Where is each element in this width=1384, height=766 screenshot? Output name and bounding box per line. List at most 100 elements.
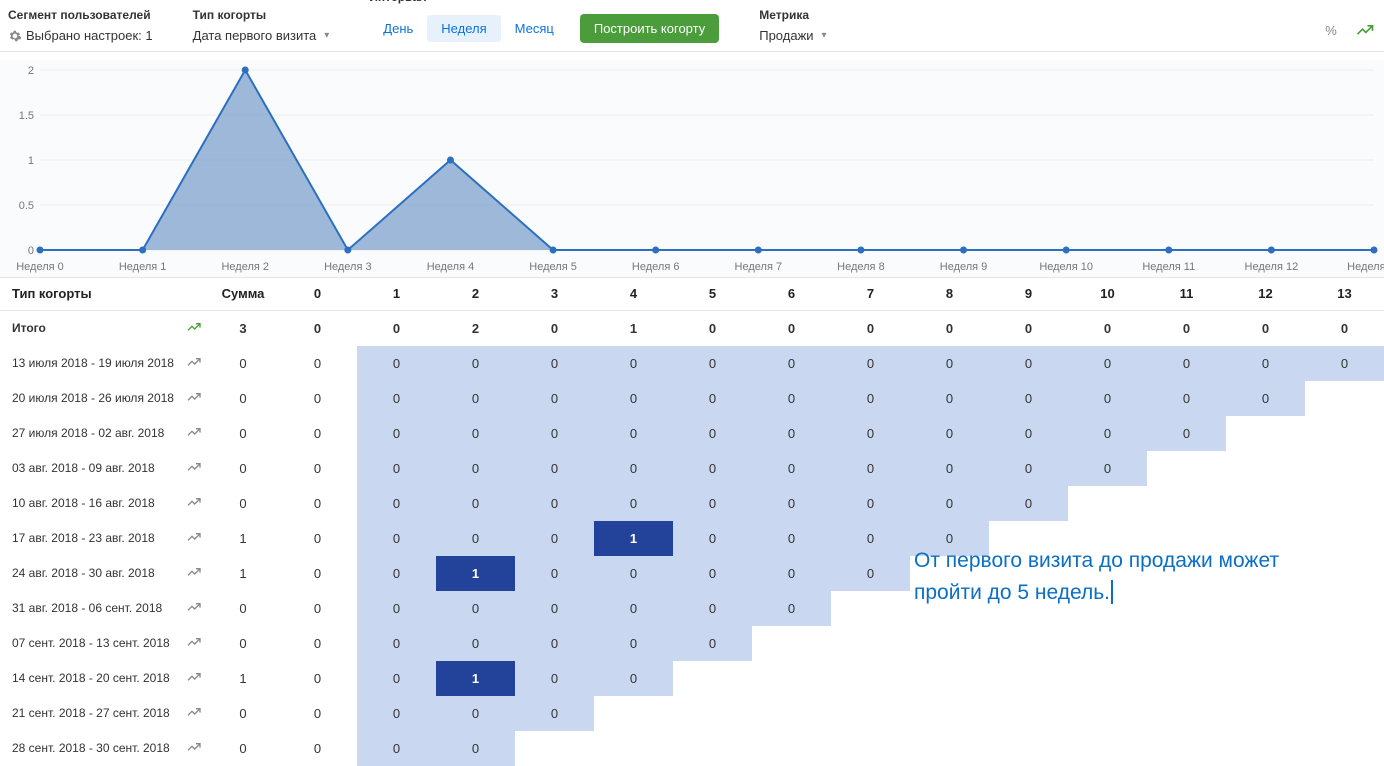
svg-text:Неделя 12: Неделя 12 xyxy=(1245,261,1299,273)
cell: 0 xyxy=(357,731,436,766)
cell: 2 xyxy=(436,310,515,346)
cell: 0 xyxy=(515,486,594,521)
cell: 0 xyxy=(357,626,436,661)
cell: 0 xyxy=(278,731,357,766)
header-row: Тип когорты Сумма 012345678910111213 xyxy=(0,278,1384,310)
cell: 0 xyxy=(436,591,515,626)
row-chart-icon[interactable] xyxy=(180,521,208,556)
row-chart-icon[interactable] xyxy=(180,416,208,451)
table-row: 14 сент. 2018 - 20 сент. 2018100100 xyxy=(0,661,1384,696)
row-chart-icon[interactable] xyxy=(180,346,208,381)
row-chart-icon[interactable] xyxy=(180,661,208,696)
cell: 0 xyxy=(594,591,673,626)
cell: 0 xyxy=(831,521,910,556)
cell: 0 xyxy=(673,451,752,486)
row-sum: 1 xyxy=(208,521,278,556)
row-label: 10 авг. 2018 - 16 авг. 2018 xyxy=(0,486,180,521)
table-row: 07 сент. 2018 - 13 сент. 20180000000 xyxy=(0,626,1384,661)
row-chart-icon[interactable] xyxy=(180,626,208,661)
interval-tab-2[interactable]: Месяц xyxy=(501,15,568,42)
row-chart-icon[interactable] xyxy=(180,381,208,416)
line-chart: 00.511.52Неделя 0Неделя 1Неделя 2Неделя … xyxy=(0,60,1384,278)
cell: 0 xyxy=(831,451,910,486)
percent-icon[interactable]: % xyxy=(1320,19,1342,41)
row-sum: 0 xyxy=(208,381,278,416)
cell: 0 xyxy=(594,556,673,591)
cell: 0 xyxy=(673,346,752,381)
cell: 0 xyxy=(831,381,910,416)
svg-text:Неделя 9: Неделя 9 xyxy=(940,261,988,273)
header-col: 4 xyxy=(594,278,673,310)
cell: 0 xyxy=(515,556,594,591)
cohort-type-value[interactable]: Дата первого визита▾ xyxy=(193,28,330,43)
svg-text:Неделя 7: Неделя 7 xyxy=(735,261,783,273)
cell: 0 xyxy=(752,451,831,486)
row-chart-icon[interactable] xyxy=(180,451,208,486)
cell: 0 xyxy=(357,346,436,381)
row-chart-icon[interactable] xyxy=(180,486,208,521)
cell: 0 xyxy=(357,451,436,486)
cell: 0 xyxy=(357,486,436,521)
row-sum: 1 xyxy=(208,556,278,591)
cell: 0 xyxy=(436,696,515,731)
cell: 0 xyxy=(278,626,357,661)
svg-text:1: 1 xyxy=(28,155,34,167)
cell: 0 xyxy=(1147,381,1226,416)
row-chart-icon[interactable] xyxy=(180,591,208,626)
header-col: 13 xyxy=(1305,278,1384,310)
interval-tab-1[interactable]: Неделя xyxy=(427,15,500,42)
segment-value[interactable]: Выбрано настроек: 1 xyxy=(8,28,153,43)
metric-control: Метрика Продажи▾ xyxy=(759,8,826,51)
cell: 0 xyxy=(673,381,752,416)
cell: 0 xyxy=(278,556,357,591)
cell: 0 xyxy=(278,381,357,416)
row-label: 14 сент. 2018 - 20 сент. 2018 xyxy=(0,661,180,696)
segment-control: Сегмент пользователей Выбрано настроек: … xyxy=(8,8,153,51)
cell: 0 xyxy=(752,346,831,381)
cell: 0 xyxy=(436,521,515,556)
cell: 0 xyxy=(910,310,989,346)
cell: 0 xyxy=(831,486,910,521)
cell: 0 xyxy=(989,486,1068,521)
cell: 0 xyxy=(594,416,673,451)
row-sum: 1 xyxy=(208,661,278,696)
cell: 0 xyxy=(831,346,910,381)
cell: 0 xyxy=(278,661,357,696)
cell: 1 xyxy=(436,556,515,591)
cell: 0 xyxy=(278,451,357,486)
table-row: 03 авг. 2018 - 09 авг. 2018000000000000 xyxy=(0,451,1384,486)
header-col: 5 xyxy=(673,278,752,310)
row-chart-icon[interactable] xyxy=(180,310,208,346)
row-chart-icon[interactable] xyxy=(180,556,208,591)
cell: 0 xyxy=(357,416,436,451)
cell: 0 xyxy=(1147,310,1226,346)
metric-value[interactable]: Продажи▾ xyxy=(759,28,826,43)
interval-tab-0[interactable]: День xyxy=(369,15,427,42)
cell: 0 xyxy=(515,346,594,381)
gear-icon xyxy=(8,29,22,43)
cell: 0 xyxy=(515,310,594,346)
right-toolbar: % xyxy=(1320,19,1376,51)
row-label: 31 авг. 2018 - 06 сент. 2018 xyxy=(0,591,180,626)
cell: 0 xyxy=(910,381,989,416)
cell: 0 xyxy=(278,696,357,731)
row-chart-icon[interactable] xyxy=(180,731,208,766)
table-row: 28 сент. 2018 - 30 сент. 20180000 xyxy=(0,731,1384,766)
text-cursor xyxy=(1111,580,1113,604)
chevron-down-icon: ▾ xyxy=(822,30,827,41)
header-col: 11 xyxy=(1147,278,1226,310)
interval-control: Интервал ДеньНеделяМесяц Построить когор… xyxy=(369,0,719,51)
cell: 0 xyxy=(436,381,515,416)
cell: 0 xyxy=(357,696,436,731)
chart-toggle-icon[interactable] xyxy=(1354,19,1376,41)
cell: 1 xyxy=(594,310,673,346)
build-cohort-button[interactable]: Построить когорту xyxy=(580,14,719,43)
row-chart-icon[interactable] xyxy=(180,696,208,731)
header-col: 7 xyxy=(831,278,910,310)
metric-label: Метрика xyxy=(759,8,826,22)
cell: 0 xyxy=(1305,310,1384,346)
cell: 0 xyxy=(831,556,910,591)
cell: 0 xyxy=(910,346,989,381)
row-label: 28 сент. 2018 - 30 сент. 2018 xyxy=(0,731,180,766)
row-label: 17 авг. 2018 - 23 авг. 2018 xyxy=(0,521,180,556)
